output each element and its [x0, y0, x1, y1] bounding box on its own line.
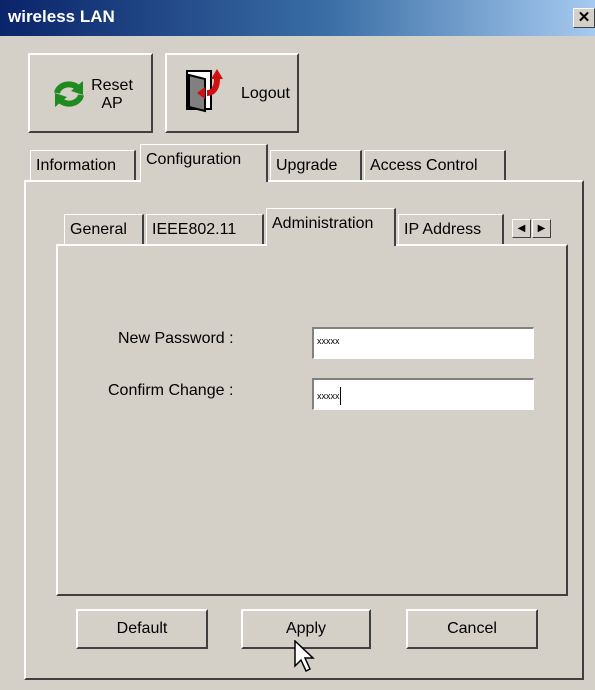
logout-button[interactable]: Logout [165, 53, 299, 133]
tab-administration[interactable]: Administration [266, 208, 396, 246]
new-password-value: xxxxx [317, 336, 340, 346]
cancel-button[interactable]: Cancel [406, 609, 538, 649]
triangle-left-icon: ◀ [517, 223, 526, 234]
tab-ip-address[interactable]: IP Address [398, 214, 504, 246]
logout-label: Logout [241, 85, 290, 102]
confirm-change-label: Confirm Change : [108, 382, 234, 399]
close-icon: ✕ [577, 9, 591, 26]
triangle-right-icon: ▶ [537, 223, 546, 234]
mouse-pointer-icon [294, 640, 315, 673]
new-password-field[interactable]: xxxxx [312, 327, 534, 359]
tab-access-control-label: Access Control [370, 157, 478, 174]
confirm-change-value: xxxxx [317, 391, 340, 401]
door-exit-icon [186, 69, 223, 113]
tab-general-label: General [70, 221, 127, 238]
default-button[interactable]: Default [76, 609, 208, 649]
administration-panel [56, 244, 568, 596]
tab-scroll-right-button[interactable]: ▶ [532, 219, 551, 238]
text-cursor [339, 387, 341, 405]
confirm-change-field[interactable]: xxxxx [312, 378, 534, 410]
tab-upgrade[interactable]: Upgrade [270, 150, 362, 182]
tab-upgrade-label: Upgrade [276, 157, 338, 174]
tab-ip-address-label: IP Address [404, 221, 482, 238]
new-password-label: New Password : [118, 330, 234, 347]
tab-scroll-left-button[interactable]: ◀ [512, 219, 531, 238]
tab-information[interactable]: Information [30, 150, 136, 182]
tab-ieee80211[interactable]: IEEE802.11 [146, 214, 264, 246]
main-window: wireless LAN ✕ Reset AP Logout Informati… [0, 0, 595, 690]
reset-label-line2: AP [101, 95, 123, 112]
tab-information-label: Information [36, 157, 117, 174]
tab-ieee80211-label: IEEE802.11 [152, 221, 237, 238]
close-button[interactable]: ✕ [573, 8, 595, 28]
tab-configuration-label: Configuration [146, 151, 242, 168]
reset-ap-button[interactable]: Reset AP [28, 53, 153, 133]
refresh-arrows-icon [54, 81, 84, 107]
tab-configuration[interactable]: Configuration [140, 144, 268, 182]
window-title: wireless LAN [8, 7, 115, 26]
tab-administration-label: Administration [272, 215, 374, 232]
tab-general[interactable]: General [64, 214, 144, 246]
tab-access-control[interactable]: Access Control [364, 150, 506, 182]
reset-label-line1: Reset [91, 77, 133, 94]
title-bar[interactable]: wireless LAN ✕ [0, 0, 595, 36]
